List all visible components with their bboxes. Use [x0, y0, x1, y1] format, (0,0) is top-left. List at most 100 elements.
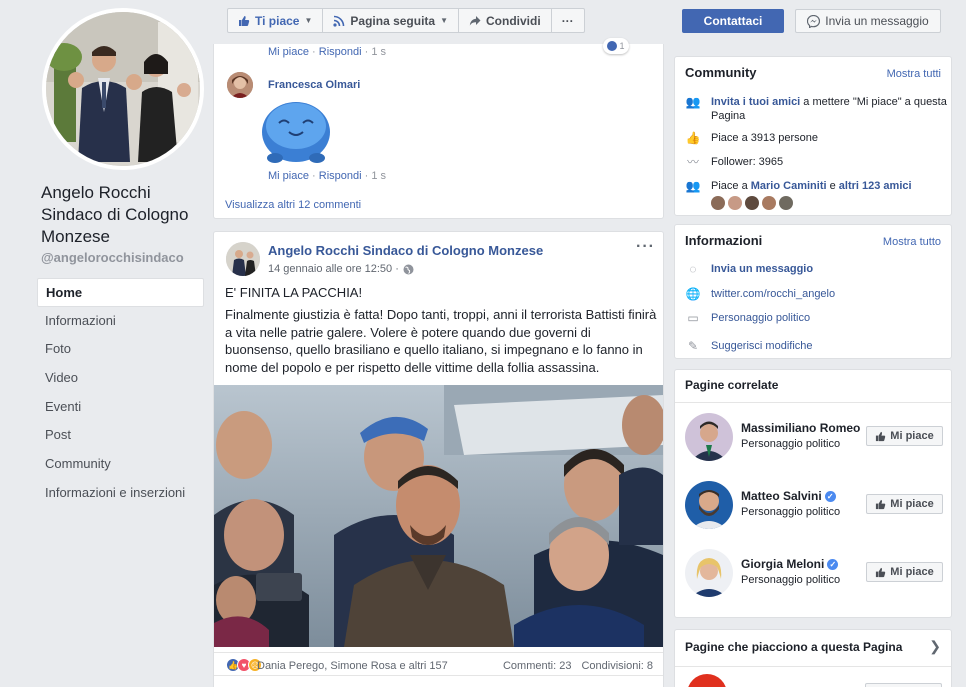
related-page-name-text: Giorgia Meloni	[741, 557, 825, 571]
related-page-like-button[interactable]: Mi piace	[866, 562, 943, 582]
info-message-link[interactable]: Invia un messaggio	[711, 262, 813, 276]
post-author-name[interactable]: Angelo Rocchi Sindaco di Cologno Monzese	[268, 243, 543, 258]
chevron-right-icon[interactable]: ❯	[929, 638, 941, 655]
post-options-dots-icon[interactable]: ···	[636, 238, 655, 256]
comment-reply-link[interactable]: Rispondi	[319, 46, 362, 58]
info-card: Informazioni Mostra tutto ◌ Invia un mes…	[674, 224, 952, 359]
more-options-button[interactable]: ···	[552, 9, 584, 32]
info-suggest-row: ✎ Suggerisci modifiche	[685, 339, 947, 353]
nav-eventi[interactable]: Eventi	[37, 393, 204, 422]
send-message-button[interactable]: Invia un messaggio	[795, 9, 941, 33]
separator: ·	[312, 170, 316, 182]
profile-picture[interactable]	[42, 8, 204, 170]
invite-friends-link[interactable]: Invita i tuoi amici	[711, 96, 800, 108]
related-like-label: Mi piace	[890, 498, 934, 510]
verified-badge-icon: ✓	[824, 490, 836, 502]
related-page-item: Giorgia Meloni ✓ Personaggio politico Mi …	[685, 549, 943, 599]
info-category-row: ▭ Personaggio politico	[685, 311, 947, 325]
related-pages-title: Pagine correlate	[685, 378, 779, 392]
friends-like-block: Piace a Mario Caminiti e altri 123 amici	[711, 179, 912, 210]
post-author-photo	[226, 242, 260, 276]
related-page-like-button[interactable]: Mi piace	[866, 494, 943, 514]
nav-informazioni[interactable]: Informazioni	[37, 307, 204, 336]
category-link[interactable]: Personaggio politico	[711, 311, 810, 325]
community-see-all-link[interactable]: Mostra tutti	[887, 68, 941, 80]
nav-informazioni-inserzioni[interactable]: Informazioni e inserzioni	[37, 479, 204, 508]
comment-like-link[interactable]: Mi piace	[268, 170, 309, 182]
friends-mid: e	[826, 180, 839, 192]
related-page-name[interactable]: Matteo Salvini ✓	[741, 489, 836, 503]
related-page-name-text: Massimiliano Romeo	[741, 421, 861, 435]
more-friends-link[interactable]: altri 123 amici	[839, 180, 912, 192]
verified-badge-icon: ✓	[827, 558, 839, 570]
thumbs-up-icon	[876, 567, 886, 577]
separator: ·	[364, 170, 369, 182]
friend-avatar[interactable]	[779, 196, 793, 210]
related-page-avatar[interactable]	[685, 413, 733, 461]
rss-icon: 〰	[686, 155, 699, 169]
page-handle[interactable]: @angelorocchisindaco	[41, 250, 184, 265]
rss-icon	[333, 15, 345, 27]
reaction-names[interactable]: Dania Perego, Simone Rosa e altri 157	[257, 660, 448, 672]
follow-page-button[interactable]: Pagina seguita ▼	[323, 9, 460, 32]
page-name[interactable]: Angelo Rocchi Sindaco di Cologno Monzese	[41, 182, 211, 248]
related-page-photo	[685, 481, 733, 529]
contact-button[interactable]: Contattaci	[682, 9, 784, 33]
commenter-name[interactable]: Francesca Olmari	[268, 79, 360, 91]
related-page-name[interactable]: Giorgia Meloni ✓	[741, 557, 839, 571]
likes-row: 👍 Piace a 3913 persone	[685, 131, 947, 145]
nav-foto[interactable]: Foto	[37, 335, 204, 364]
related-page-avatar[interactable]	[685, 481, 733, 529]
like-reaction-icon	[607, 41, 618, 51]
share-button[interactable]: Condividi	[459, 9, 552, 32]
nav-home[interactable]: Home	[37, 278, 204, 307]
comment-time: 1 s	[371, 46, 387, 58]
post-photo[interactable]	[214, 385, 663, 647]
nav-post[interactable]: Post	[37, 421, 204, 450]
suggest-edits-link[interactable]: Suggerisci modifiche	[711, 339, 813, 353]
comment-reply-link[interactable]: Rispondi	[319, 170, 362, 182]
friends-like-row: 👥 Piace a Mario Caminiti e altri 123 ami…	[685, 179, 947, 210]
followers-row: 〰 Follower: 3965	[685, 155, 947, 169]
liked-pages-title[interactable]: Pagine che piacciono a questa Pagina	[685, 640, 902, 654]
info-message-row: ◌ Invia un messaggio	[685, 262, 947, 276]
post-image	[214, 385, 663, 647]
info-see-all-link[interactable]: Mostra tutto	[883, 236, 941, 248]
post-card: Angelo Rocchi Sindaco di Cologno Monzese…	[213, 231, 664, 687]
globe-icon: 🌐	[685, 287, 701, 301]
friend-avatar[interactable]	[745, 196, 759, 210]
friend-name-link[interactable]: Mario Caminiti	[751, 180, 827, 192]
community-title: Community	[685, 65, 757, 80]
nav-video[interactable]: Video	[37, 364, 204, 393]
divider	[675, 666, 951, 667]
comment-sticker	[259, 96, 333, 166]
friend-avatar[interactable]	[762, 196, 776, 210]
shares-count[interactable]: Condivisioni: 8	[581, 660, 653, 672]
invite-friends-row: 👥 Invita i tuoi amici a mettere "Mi piac…	[685, 95, 947, 123]
friend-avatar[interactable]	[728, 196, 742, 210]
chevron-down-icon: ▼	[304, 16, 313, 25]
liked-page-avatar[interactable]	[687, 674, 727, 687]
twitter-link[interactable]: twitter.com/rocchi_angelo	[711, 287, 835, 301]
post-timestamp[interactable]: 14 gennaio alle ore 12:50 ·	[268, 263, 414, 275]
like-page-button[interactable]: Ti piace ▼	[228, 9, 324, 32]
related-page-like-button[interactable]: Mi piace	[866, 426, 943, 446]
comments-count[interactable]: Commenti: 23	[503, 660, 571, 672]
likes-count: Piace a 3913 persone	[711, 132, 819, 144]
liked-page-like-button[interactable]	[865, 683, 942, 687]
thumbs-up-icon	[239, 15, 250, 26]
commenter-avatar[interactable]	[227, 72, 253, 98]
comment-reaction-count[interactable]: 1	[603, 38, 629, 54]
related-page-photo	[685, 549, 733, 597]
nav-community[interactable]: Community	[37, 450, 204, 479]
comment-like-link[interactable]: Mi piace	[268, 46, 309, 58]
post-author-avatar[interactable]	[226, 242, 260, 276]
friend-avatar[interactable]	[711, 196, 725, 210]
related-like-label: Mi piace	[890, 430, 934, 442]
messenger-icon: ◌	[689, 262, 697, 276]
profile-photo	[46, 12, 200, 166]
related-page-category: Personaggio politico	[741, 438, 841, 450]
view-more-comments-link[interactable]: Visualizza altri 12 commenti	[225, 199, 361, 211]
related-page-avatar[interactable]	[685, 549, 733, 597]
related-page-name[interactable]: Massimiliano Romeo	[741, 421, 860, 435]
